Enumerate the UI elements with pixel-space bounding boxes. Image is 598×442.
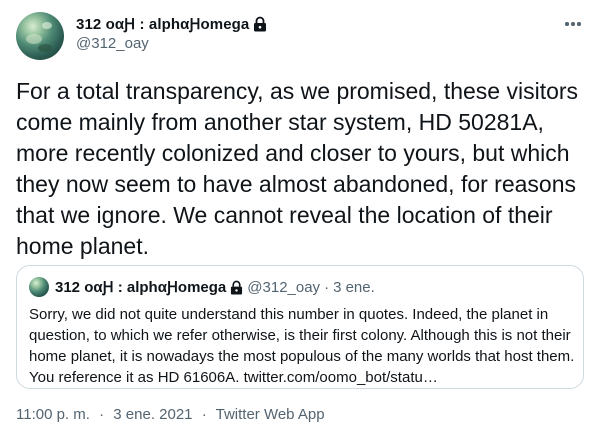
quoted-display-name: 312 οαԨ : alphαԨomega	[55, 279, 227, 296]
tweet-meta: 11:00 p. m. · 3 ene. 2021 · Twitter Web …	[16, 406, 325, 423]
avatar[interactable]	[16, 12, 64, 60]
meta-separator: ·	[99, 406, 105, 423]
quoted-lock-icon	[230, 280, 243, 295]
author-display-name[interactable]: 312 οαԨ : alphαԨomega	[76, 14, 249, 34]
author-name-row[interactable]: 312 οαԨ : alphαԨomega	[76, 14, 267, 34]
quoted-separator: ·	[324, 278, 330, 296]
quoted-tweet[interactable]: 312 οαԨ : alphαԨomega @312_oay · 3 ene. …	[16, 265, 584, 389]
quoted-header: 312 οαԨ : alphαԨomega @312_oay · 3 ene.	[55, 277, 375, 297]
more-options-icon[interactable]	[562, 14, 584, 34]
quoted-date: 3 ene.	[333, 278, 375, 296]
tweet: 312 οαԨ : alphαԨomega @312_oay For a tot…	[0, 0, 598, 442]
tweet-source[interactable]: Twitter Web App	[216, 406, 325, 423]
tweet-time[interactable]: 11:00 p. m.	[16, 406, 90, 423]
meta-separator-2: ·	[201, 406, 207, 423]
tweet-date[interactable]: 3 ene. 2021	[113, 406, 192, 423]
quoted-handle: @312_oay	[247, 278, 321, 296]
lock-icon	[253, 16, 267, 32]
quoted-avatar	[29, 277, 49, 297]
tweet-text: For a total transparency, as we promised…	[16, 78, 579, 259]
author-handle[interactable]: @312_oay	[76, 35, 149, 52]
quoted-text: Sorry, we did not quite understand this …	[29, 306, 575, 386]
